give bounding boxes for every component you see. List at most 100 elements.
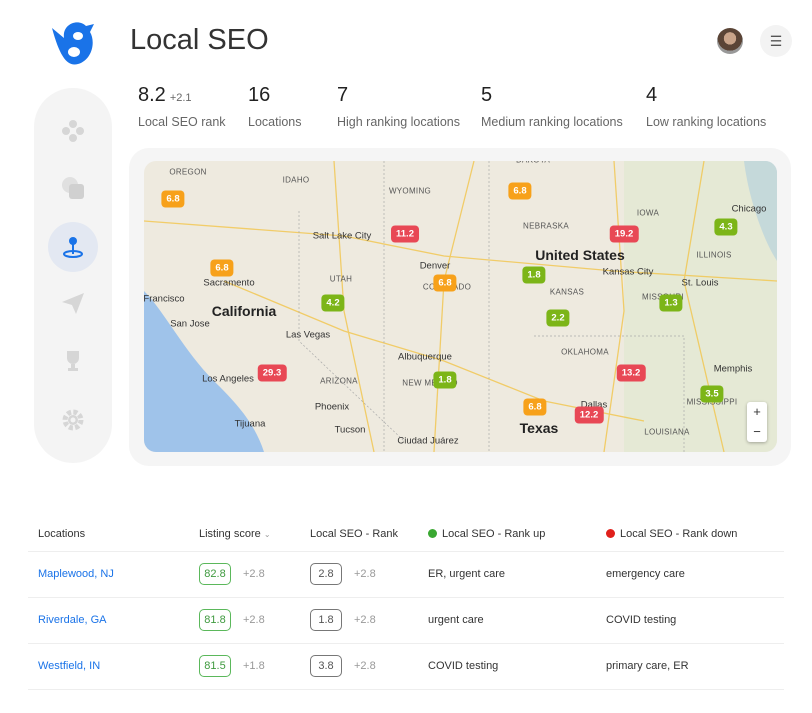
sidebar-item-trophy[interactable] [48, 336, 98, 386]
map-marker[interactable]: 6.8 [161, 190, 185, 208]
chevron-down-icon: ⌄ [263, 530, 271, 540]
map-marker[interactable]: 4.2 [321, 294, 345, 312]
col-rank-up: Local SEO - Rank up [428, 518, 606, 552]
avatar[interactable] [717, 28, 743, 54]
listing-score-badge: 82.8 [199, 563, 231, 585]
map-label: DAKOTA [516, 161, 550, 165]
map-label: Kansas City [602, 266, 654, 278]
map-marker[interactable]: 6.8 [523, 398, 547, 416]
map-marker[interactable]: 11.2 [391, 225, 419, 243]
rank-badge: 1.8 [310, 609, 342, 631]
table-row: Maplewood, NJ 82.8 +2.8 2.8 +2.8 ER, urgen… [28, 551, 784, 598]
map-marker[interactable]: 4.3 [714, 218, 738, 236]
menu-button[interactable]: ☰ [760, 25, 792, 57]
send-icon [62, 293, 84, 314]
map-marker[interactable]: 1.8 [522, 266, 546, 284]
location-link[interactable]: Westfield, IN [38, 660, 100, 672]
hamburger-icon: ☰ [769, 32, 783, 49]
map-label: Albuquerque [398, 351, 452, 363]
map-label: Ciudad Juárez [397, 435, 459, 447]
col-rank-down: Local SEO - Rank down [606, 518, 784, 552]
rank-delta: +2.8 [354, 614, 376, 626]
sidebar-item-dashboard[interactable] [48, 106, 98, 156]
stat-medium: 5 Medium ranking locations [481, 84, 623, 129]
listing-score-delta: +2.8 [243, 614, 265, 626]
map-marker[interactable]: 6.8 [433, 274, 457, 292]
map-marker[interactable]: 19.2 [609, 225, 639, 243]
trophy-icon [67, 351, 79, 371]
location-link[interactable]: Riverdale, GA [38, 614, 106, 626]
stat-local-seo-rank: 8.2 +2.1 Local SEO rank [138, 84, 226, 129]
map-marker[interactable]: 13.2 [616, 364, 646, 382]
map-marker[interactable]: 3.5 [700, 385, 724, 403]
map-label: Sacramento [203, 277, 255, 289]
map-marker[interactable]: 29.3 [257, 364, 287, 382]
col-listing-score[interactable]: Listing score ⌄ [199, 518, 310, 552]
map-label: UTAH [329, 274, 353, 284]
map-label: United States [535, 247, 625, 263]
sidebar-item-local-seo[interactable] [48, 222, 98, 272]
map-label: Memphis [713, 363, 753, 375]
map-label: ILLINOIS [696, 250, 732, 260]
map-label: Los Angeles [202, 373, 254, 385]
map-label: St. Louis [681, 277, 719, 289]
gear-icon [62, 409, 84, 431]
sidebar [34, 88, 112, 463]
sidebar-item-settings[interactable] [48, 395, 98, 445]
zoom-in-button[interactable]: + [747, 402, 767, 422]
map-label: ARIZONA [320, 376, 358, 386]
rank-badge: 3.8 [310, 655, 342, 677]
sidebar-item-send[interactable] [48, 278, 98, 328]
map-marker[interactable]: 12.2 [574, 406, 604, 424]
rank-delta: +2.8 [354, 660, 376, 672]
listing-score-badge: 81.5 [199, 655, 231, 677]
col-rank: Local SEO - Rank [310, 518, 428, 552]
rank-up-keywords: ER, urgent care [428, 551, 606, 598]
rank-delta: +2.8 [354, 568, 376, 580]
red-dot-icon [606, 529, 615, 539]
map-marker[interactable]: 1.3 [659, 294, 683, 312]
locations-table: Locations Listing score ⌄ Local SEO - Ra… [28, 518, 784, 690]
page-title: Local SEO [130, 24, 269, 56]
map-label: Salt Lake City [312, 230, 372, 242]
table-row: Riverdale, GA 81.8 +2.8 1.8 +2.8 urgent ca… [28, 597, 784, 644]
location-link[interactable]: Maplewood, NJ [38, 568, 114, 580]
map-label: Las Vegas [285, 329, 331, 341]
map-marker[interactable]: 2.2 [546, 309, 570, 327]
map-marker[interactable]: 6.8 [508, 182, 532, 200]
map-label: IOWA [636, 208, 660, 218]
stat-high: 7 High ranking locations [337, 84, 460, 129]
col-locations: Locations [28, 518, 199, 552]
map-label: California [211, 303, 277, 319]
map-label: OKLAHOMA [561, 347, 609, 357]
listing-score-delta: +2.8 [243, 568, 265, 580]
map-marker[interactable]: 1.8 [433, 371, 457, 389]
sidebar-item-layers[interactable] [48, 163, 98, 213]
map-marker[interactable]: 6.8 [210, 259, 234, 277]
map-label: LOUISIANA [644, 427, 690, 437]
table-row: Westfield, IN 81.5 +1.8 3.8 +2.8 COVID tes… [28, 643, 784, 690]
map-label: Phoenix [314, 401, 350, 413]
map-label: Denver [419, 260, 451, 272]
map-label: Tijuana [234, 418, 266, 430]
stat-low: 4 Low ranking locations [646, 84, 767, 129]
rank-up-keywords: urgent care [428, 597, 606, 644]
map-label: Chicago [731, 203, 767, 215]
location-pin-icon [63, 237, 83, 258]
map-label: OREGON [169, 167, 207, 177]
rank-down-keywords: primary care, ER [606, 643, 784, 690]
map-label: Tucson [334, 424, 366, 436]
zoom-out-button[interactable]: − [747, 422, 767, 442]
rank-down-keywords: COVID testing [606, 597, 784, 644]
rank-up-keywords: COVID testing [428, 643, 606, 690]
dashboard-icon [62, 120, 84, 142]
stat-locations: 16 Locations [248, 84, 302, 129]
rank-badge: 2.8 [310, 563, 342, 585]
map-label: KANSAS [549, 287, 585, 297]
map-label: Texas [519, 420, 559, 436]
listing-score-badge: 81.8 [199, 609, 231, 631]
map-label: WYOMING [388, 186, 432, 196]
map[interactable]: +− OREGON IDAHO WYOMING DAKOTA NEBRASKA IOWA C… [144, 161, 777, 452]
map-label: San Jose [170, 318, 210, 330]
zoom-controls: + − [747, 402, 767, 442]
